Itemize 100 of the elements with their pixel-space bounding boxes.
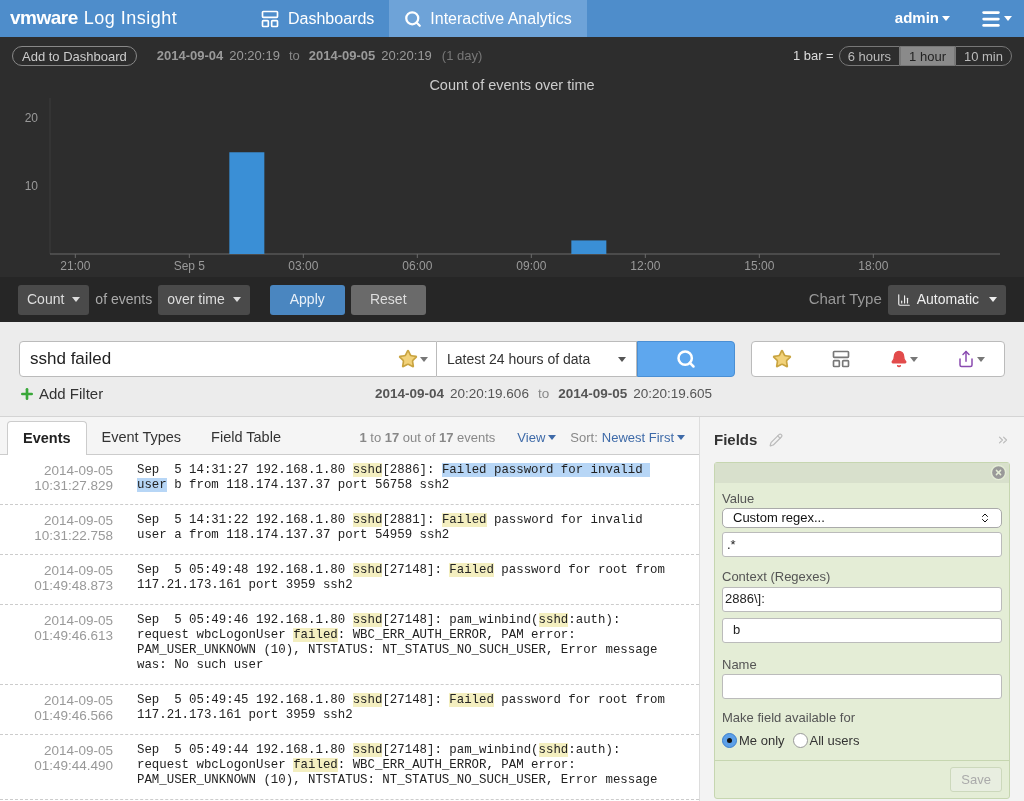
event-message: Sep 5 05:49:46 192.168.1.80 sshd[27148]: pam_winbind(sshd:auth): request wbcLogonUser failed: WBC_ERR_AUTH_ERROR, PAM error: PAM_USER_UNKNOWN (10), NTSTATUS: NT_STATUS_NO_SUCH_USER, Error message was: No such user	[137, 613, 659, 673]
event-date: 2014-09-05	[43, 743, 113, 758]
event-date: 2014-09-05	[43, 613, 113, 628]
value-select[interactable]: Custom regex...	[722, 508, 1002, 528]
event-time: 10:31:27.829	[34, 478, 113, 493]
event-time: 01:49:46.613	[34, 628, 113, 643]
event-date: 2014-09-05	[43, 693, 113, 708]
event-date: 2014-09-05	[43, 463, 113, 478]
results-tab[interactable]: Events	[7, 421, 87, 455]
end-date: 2014-09-05	[308, 47, 376, 66]
reset-button[interactable]: Reset	[350, 284, 426, 315]
x-tick-label: 21:00	[60, 259, 91, 273]
range-separator: to	[287, 47, 301, 66]
value-label: Value	[722, 489, 756, 508]
availability-radio[interactable]: Me only	[722, 730, 785, 750]
updown-icon	[979, 512, 991, 524]
value-regex-field[interactable]: .*	[722, 532, 1002, 557]
product-name: Log Insight	[83, 7, 178, 31]
results-tab[interactable]: Field Table	[196, 421, 296, 454]
sort-menu[interactable]: Newest First	[601, 427, 685, 448]
event-time: 10:31:22.758	[34, 528, 113, 543]
y-tick-label: 20	[24, 111, 38, 126]
x-tick-label: 09:00	[516, 259, 547, 273]
time-range-dropdown[interactable]: Latest 24 hours of data	[437, 341, 637, 377]
end-date: 2014-09-05	[558, 385, 628, 404]
caret-icon	[942, 16, 950, 21]
x-tick-label: 06:00	[402, 259, 433, 273]
search-icon	[676, 349, 696, 369]
plus-icon	[19, 386, 35, 403]
share-icon	[956, 350, 975, 368]
favorites-button[interactable]	[398, 349, 428, 369]
fields-title: Fields	[714, 430, 758, 450]
name-label: Name	[722, 655, 758, 674]
nav-tab[interactable]: Dashboards	[245, 0, 390, 37]
start-time: 20:20:19	[229, 47, 280, 66]
event-message: Sep 5 05:49:48 192.168.1.80 sshd[27148]: Failed password for root from 117.21.173.161 port 3959 ssh2	[137, 563, 666, 593]
star-icon	[398, 349, 418, 369]
event-message: Sep 5 05:49:44 192.168.1.80 sshd[27148]: pam_winbind(sshd:auth): request wbcLogonUser failed: WBC_ERR_AUTH_ERROR, PAM error: PAM_USER_UNKNOWN (10), NTSTATUS: NT_STATUS_NO_SUCH_USER, Error message	[137, 743, 659, 788]
x-tick-label: 12:00	[630, 259, 661, 273]
sort-label: Sort:	[570, 428, 598, 447]
context-after-field[interactable]: b	[722, 617, 1002, 643]
search-button[interactable]	[637, 341, 735, 377]
chart-bar[interactable]	[229, 152, 265, 254]
radio-button[interactable]	[792, 732, 808, 748]
y-tick-label: 10	[24, 179, 38, 194]
start-date: 2014-09-04	[375, 385, 445, 404]
event-time: 01:49:44.490	[34, 758, 113, 773]
dashboard-icon	[260, 8, 280, 29]
duration-text: (1 day)	[441, 47, 483, 66]
results-tab[interactable]: Event Types	[86, 421, 197, 454]
x-tick-label: 03:00	[288, 259, 319, 273]
bar-size-option[interactable]: 1 hour	[900, 46, 955, 66]
event-time: 01:49:46.566	[34, 708, 113, 723]
results-count: 1 to 17 out of 17 events	[359, 428, 496, 447]
search-field[interactable]: sshd failed	[19, 341, 437, 377]
bell-icon	[889, 350, 908, 368]
availability-radio[interactable]: All users	[792, 730, 860, 750]
chart-bar[interactable]	[571, 240, 607, 254]
close-icon[interactable]	[990, 464, 1007, 481]
caret-icon	[618, 356, 626, 362]
caret-icon	[420, 356, 428, 362]
caret-icon	[1004, 16, 1012, 21]
x-tick-label: 15:00	[744, 259, 775, 273]
function-dropdown[interactable]: Count	[18, 284, 90, 315]
context-label: Context (Regexes)	[722, 568, 832, 586]
start-time: 20:20:19.606	[450, 385, 529, 404]
availability-label: Make field available for	[722, 709, 856, 727]
brand-logo: vmware	[10, 6, 78, 31]
search-icon	[404, 9, 423, 28]
context-before-field[interactable]: 2886\]:	[722, 586, 1002, 612]
event-date: 2014-09-05	[43, 563, 113, 578]
caret-icon	[989, 297, 997, 302]
caret-icon	[548, 435, 557, 440]
event-date: 2014-09-05	[43, 513, 113, 528]
event-time: 01:49:48.873	[34, 578, 113, 593]
pencil-icon	[769, 433, 784, 448]
chart-type-label: Chart Type	[808, 289, 882, 310]
export-button[interactable]	[956, 350, 985, 368]
caret-icon	[976, 356, 985, 362]
event-message: Sep 5 05:49:45 192.168.1.80 sshd[27148]: Failed password for root from 117.21.173.161 port 3959 ssh2	[137, 693, 666, 723]
caret-icon	[909, 356, 918, 362]
radio-button[interactable]	[722, 732, 737, 748]
user-menu[interactable]: admin	[894, 7, 950, 30]
view-menu[interactable]: View	[517, 427, 557, 448]
of-events-label: of events	[95, 290, 153, 309]
chart-title: Count of events over time	[428, 76, 596, 95]
end-time: 20:20:19.605	[633, 385, 713, 404]
caret-icon	[72, 297, 81, 302]
alert-button[interactable]	[889, 350, 918, 368]
add-filter-button[interactable]: Add Filter	[19, 383, 369, 406]
caret-icon	[232, 297, 241, 302]
chart-type-dropdown[interactable]: Automatic	[887, 284, 1006, 315]
start-date: 2014-09-04	[156, 47, 224, 66]
end-time: 20:20:19	[381, 47, 432, 66]
grouping-dropdown[interactable]: over time	[158, 284, 250, 315]
event-message: Sep 5 14:31:22 192.168.1.80 sshd[2881]: Failed password for invalid user a from 118.174.137.37 port 54959 ssh2	[137, 513, 644, 543]
caret-icon	[677, 435, 685, 440]
range-separator: to	[536, 385, 551, 404]
bar-chart-icon	[896, 292, 911, 307]
name-field[interactable]	[722, 674, 1002, 699]
